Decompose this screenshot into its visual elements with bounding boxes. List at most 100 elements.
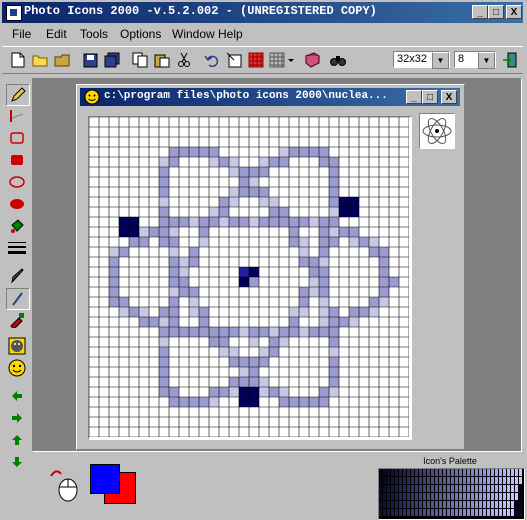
maximize-button[interactable]: □ [422, 90, 438, 104]
pixel-cell[interactable] [169, 147, 179, 157]
pixel-cell[interactable] [169, 277, 179, 287]
pixel-cell[interactable] [229, 357, 239, 367]
pixel-cell[interactable] [159, 167, 169, 177]
palette-swatch[interactable] [415, 477, 418, 484]
pixel-cell[interactable] [259, 327, 269, 337]
folder-icon[interactable] [52, 50, 72, 70]
pixel-cell[interactable] [279, 217, 289, 227]
pixel-cell[interactable] [299, 247, 309, 257]
pixel-cell[interactable] [139, 307, 149, 317]
palette-swatch[interactable] [427, 477, 430, 484]
pixel-cell[interactable] [219, 197, 229, 207]
pixel-cell[interactable] [309, 397, 319, 407]
pixel-cell[interactable] [219, 327, 229, 337]
palette-swatch[interactable] [431, 501, 434, 508]
pixel-cell[interactable] [189, 247, 199, 257]
pixel-cell[interactable] [259, 387, 269, 397]
minimize-button[interactable]: _ [406, 90, 422, 104]
pixel-cell[interactable] [319, 327, 329, 337]
palette-swatch[interactable] [419, 485, 422, 492]
pixel-cell[interactable] [219, 347, 229, 357]
pixel-cell[interactable] [319, 217, 329, 227]
palette-swatch[interactable] [459, 477, 462, 484]
pixel-cell[interactable] [339, 227, 349, 237]
palette-swatch[interactable] [471, 469, 474, 476]
rect-filled-icon[interactable] [6, 150, 28, 170]
palette-swatch[interactable] [415, 485, 418, 492]
palette-swatch[interactable] [427, 493, 430, 500]
menu-help[interactable]: Help [218, 27, 243, 41]
palette-swatch[interactable] [507, 509, 510, 516]
pixel-cell[interactable] [249, 217, 259, 227]
pixel-cell[interactable] [139, 317, 149, 327]
ellipse-filled-icon[interactable] [6, 194, 28, 214]
pixel-cell[interactable] [229, 197, 239, 207]
pixel-cell[interactable] [369, 297, 379, 307]
palette-swatch[interactable] [499, 509, 502, 516]
pixel-cell[interactable] [119, 247, 129, 257]
palette-swatch[interactable] [471, 501, 474, 508]
pixel-cell[interactable] [169, 387, 179, 397]
palette-swatch[interactable] [383, 477, 386, 484]
pixel-cell[interactable] [229, 327, 239, 337]
palette-swatch[interactable] [379, 493, 382, 500]
pixel-cell[interactable] [329, 167, 339, 177]
pixel-cell[interactable] [129, 227, 139, 237]
palette-swatch[interactable] [443, 485, 446, 492]
palette-swatch[interactable] [519, 469, 522, 476]
palette-swatch[interactable] [431, 485, 434, 492]
palette-swatch[interactable] [495, 493, 498, 500]
pixel-cell[interactable] [269, 157, 279, 167]
pixel-cell[interactable] [229, 167, 239, 177]
palette-swatch[interactable] [471, 493, 474, 500]
palette-swatch[interactable] [503, 485, 506, 492]
palette-swatch[interactable] [459, 501, 462, 508]
palette-swatch[interactable] [487, 493, 490, 500]
palette-swatch[interactable] [447, 469, 450, 476]
pixel-cell[interactable] [369, 237, 379, 247]
pixel-cell[interactable] [189, 147, 199, 157]
pixel-cell[interactable] [159, 217, 169, 227]
pixel-cell[interactable] [259, 197, 269, 207]
palette-swatch[interactable] [451, 493, 454, 500]
palette-swatch[interactable] [415, 509, 418, 516]
palette-swatch[interactable] [467, 485, 470, 492]
palette-swatch[interactable] [411, 469, 414, 476]
pixel-cell[interactable] [319, 237, 329, 247]
palette-swatch[interactable] [447, 493, 450, 500]
palette-swatch[interactable] [419, 493, 422, 500]
palette-swatch[interactable] [399, 493, 402, 500]
palette-swatch[interactable] [391, 493, 394, 500]
pixel-cell[interactable] [159, 187, 169, 197]
palette-swatch[interactable] [443, 509, 446, 516]
palette-swatch[interactable] [483, 493, 486, 500]
chevron-down-icon[interactable]: ▼ [478, 52, 495, 69]
palette-swatch[interactable] [519, 485, 522, 492]
pixel-cell[interactable] [189, 217, 199, 227]
palette-swatch[interactable] [499, 493, 502, 500]
pixel-cell[interactable] [299, 327, 309, 337]
pixel-cell[interactable] [239, 357, 249, 367]
pixel-cell[interactable] [229, 187, 239, 197]
pixel-cell[interactable] [159, 177, 169, 187]
palette-swatch[interactable] [475, 493, 478, 500]
palette-swatch[interactable] [491, 509, 494, 516]
palette-swatch[interactable] [507, 501, 510, 508]
palette-swatch[interactable] [419, 469, 422, 476]
palette-swatch[interactable] [475, 501, 478, 508]
palette-swatch[interactable] [479, 501, 482, 508]
pixel-cell[interactable] [289, 397, 299, 407]
pixel-cell[interactable] [299, 147, 309, 157]
pixel-cell[interactable] [169, 267, 179, 277]
pixel-cell[interactable] [359, 307, 369, 317]
palette-swatch[interactable] [435, 501, 438, 508]
pixel-cell[interactable] [169, 397, 179, 407]
pixel-cell[interactable] [219, 387, 229, 397]
pixel-cell[interactable] [319, 287, 329, 297]
palette-swatch[interactable] [483, 509, 486, 516]
pixel-cell[interactable] [359, 237, 369, 247]
pixel-cell[interactable] [199, 327, 209, 337]
pixel-cell[interactable] [219, 207, 229, 217]
pixel-cell[interactable] [199, 397, 209, 407]
palette-swatch[interactable] [515, 509, 518, 516]
